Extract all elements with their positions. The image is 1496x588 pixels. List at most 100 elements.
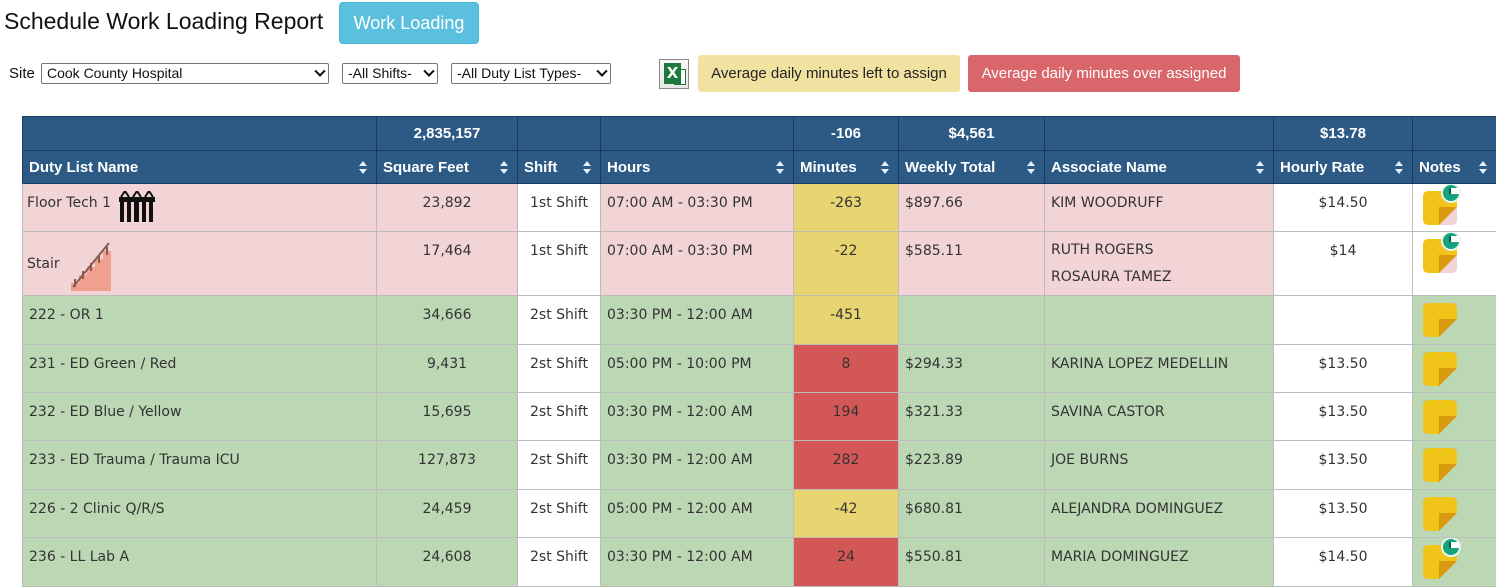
- notes-cell[interactable]: [1412, 344, 1496, 393]
- notes-cell[interactable]: [1412, 295, 1496, 345]
- minutes-cell: -263: [793, 183, 899, 232]
- duty-type-select[interactable]: -All Duty List Types-: [451, 63, 611, 84]
- weekly-total-cell: $294.33: [898, 344, 1045, 393]
- duty-list-name-cell: Stair: [22, 231, 377, 296]
- associate-name-cell: RUTH ROGERS ROSAURA TAMEZ: [1044, 231, 1274, 296]
- duty-list-name-cell: Floor Tech 1: [22, 183, 377, 232]
- associate-name: RUTH ROGERS: [1051, 242, 1154, 258]
- hours-cell: 07:00 AM - 03:30 PM: [600, 183, 794, 232]
- hourly-rate-cell: $14.50: [1273, 537, 1413, 587]
- total-minutes: -106: [793, 116, 899, 151]
- shift-cell: 2st Shift: [517, 440, 601, 490]
- sort-icon[interactable]: [1395, 161, 1404, 174]
- duty-list-name-cell: 236 - LL Lab A: [22, 537, 377, 587]
- weekly-total-cell: $321.33: [898, 392, 1045, 441]
- hourly-rate-cell: $14.50: [1273, 183, 1413, 232]
- table-row[interactable]: 233 - ED Trauma / Trauma ICU 127,873 2st…: [22, 440, 1496, 490]
- shift-cell: 1st Shift: [517, 183, 601, 232]
- site-select-value: Cook County Hospital: [47, 65, 183, 81]
- hourly-rate-cell: $13.50: [1273, 344, 1413, 393]
- column-header-associate-name[interactable]: Associate Name: [1044, 150, 1274, 184]
- sticky-note-icon[interactable]: [1423, 400, 1457, 434]
- chevron-down-icon: [596, 65, 608, 77]
- work-loading-button[interactable]: Work Loading: [339, 2, 479, 44]
- table-row[interactable]: 231 - ED Green / Red 9,431 2st Shift 05:…: [22, 344, 1496, 393]
- sticky-note-icon[interactable]: [1423, 497, 1457, 531]
- minutes-cell: 194: [793, 392, 899, 441]
- column-header-hourly-rate[interactable]: Hourly Rate: [1273, 150, 1413, 184]
- floor-tech-icon: [119, 191, 155, 222]
- table-row[interactable]: 236 - LL Lab A 24,608 2st Shift 03:30 PM…: [22, 537, 1496, 587]
- duty-list-name-cell: 231 - ED Green / Red: [22, 344, 377, 393]
- duty-type-select-value: -All Duty List Types-: [457, 65, 582, 81]
- duty-list-name-cell: 232 - ED Blue / Yellow: [22, 392, 377, 441]
- notes-cell[interactable]: [1412, 489, 1496, 538]
- sort-icon[interactable]: [1256, 161, 1265, 174]
- column-header-hours[interactable]: Hours: [600, 150, 794, 184]
- site-select[interactable]: Cook County Hospital: [41, 63, 329, 84]
- stair-icon: [71, 242, 111, 291]
- work-loading-table: 2,835,157 -106 $4,561 $13.78 Duty List N…: [22, 116, 1496, 587]
- square-feet-cell: 23,892: [376, 183, 518, 232]
- minutes-cell: 8: [793, 344, 899, 393]
- shift-cell: 2st Shift: [517, 295, 601, 345]
- column-header-shift[interactable]: Shift: [517, 150, 601, 184]
- hours-cell: 05:00 PM - 10:00 PM: [600, 344, 794, 393]
- shift-cell: 2st Shift: [517, 537, 601, 587]
- table-row[interactable]: Stair 17,464 1st Shift 07:00 AM - 03:30 …: [22, 231, 1496, 296]
- weekly-total-cell: $550.81: [898, 537, 1045, 587]
- hourly-rate-cell: $13.50: [1273, 440, 1413, 490]
- square-feet-cell: 24,608: [376, 537, 518, 587]
- minutes-cell: -22: [793, 231, 899, 296]
- sort-icon[interactable]: [583, 161, 592, 174]
- sort-icon[interactable]: [1479, 161, 1488, 174]
- total-weekly: $4,561: [898, 116, 1045, 151]
- column-header-duty-list-name[interactable]: Duty List Name: [22, 150, 377, 184]
- sort-icon[interactable]: [776, 161, 785, 174]
- square-feet-cell: 9,431: [376, 344, 518, 393]
- notes-cell[interactable]: [1412, 537, 1496, 587]
- shift-select[interactable]: -All Shifts-: [342, 63, 438, 84]
- hourly-rate-cell: [1273, 295, 1413, 345]
- notes-cell[interactable]: [1412, 440, 1496, 490]
- notes-cell[interactable]: [1412, 231, 1496, 296]
- hours-cell: 03:30 PM - 12:00 AM: [600, 440, 794, 490]
- site-label: Site: [9, 65, 35, 82]
- shift-cell: 2st Shift: [517, 392, 601, 441]
- hourly-rate-cell: $14: [1273, 231, 1413, 296]
- hourly-rate-cell: $13.50: [1273, 392, 1413, 441]
- hours-cell: 03:30 PM - 12:00 AM: [600, 537, 794, 587]
- associate-name-cell: KARINA LOPEZ MEDELLIN: [1044, 344, 1274, 393]
- associate-name-cell: JOE BURNS: [1044, 440, 1274, 490]
- table-row[interactable]: 232 - ED Blue / Yellow 15,695 2st Shift …: [22, 392, 1496, 441]
- hours-cell: 03:30 PM - 12:00 AM: [600, 392, 794, 441]
- shift-select-value: -All Shifts-: [348, 65, 412, 81]
- hours-cell: 07:00 AM - 03:30 PM: [600, 231, 794, 296]
- excel-export-icon[interactable]: X: [659, 59, 689, 89]
- sticky-note-icon[interactable]: [1423, 352, 1457, 386]
- sort-icon[interactable]: [1027, 161, 1036, 174]
- legend-left-to-assign: Average daily minutes left to assign: [698, 55, 960, 92]
- sticky-note-icon[interactable]: [1423, 448, 1457, 482]
- square-feet-cell: 15,695: [376, 392, 518, 441]
- column-header-square-feet[interactable]: Square Feet: [376, 150, 518, 184]
- square-feet-cell: 34,666: [376, 295, 518, 345]
- sort-icon[interactable]: [500, 161, 509, 174]
- weekly-total-cell: [898, 295, 1045, 345]
- duty-list-name-cell: 233 - ED Trauma / Trauma ICU: [22, 440, 377, 490]
- table-row[interactable]: 226 - 2 Clinic Q/R/S 24,459 2st Shift 05…: [22, 489, 1496, 538]
- notes-cell[interactable]: [1412, 183, 1496, 232]
- table-row[interactable]: Floor Tech 1 23,892 1st Shift 07:00 AM -…: [22, 183, 1496, 232]
- column-header-notes[interactable]: Notes: [1412, 150, 1496, 184]
- column-header-weekly-total[interactable]: Weekly Total: [898, 150, 1045, 184]
- associate-name-cell: ALEJANDRA DOMINGUEZ: [1044, 489, 1274, 538]
- notes-cell[interactable]: [1412, 392, 1496, 441]
- duty-list-name: Floor Tech 1: [27, 195, 111, 211]
- column-header-minutes[interactable]: Minutes: [793, 150, 899, 184]
- sort-icon[interactable]: [359, 161, 368, 174]
- sort-icon[interactable]: [881, 161, 890, 174]
- square-feet-cell: 24,459: [376, 489, 518, 538]
- chevron-down-icon: [423, 65, 435, 77]
- table-row[interactable]: 222 - OR 1 34,666 2st Shift 03:30 PM - 1…: [22, 295, 1496, 345]
- sticky-note-icon[interactable]: [1423, 303, 1457, 337]
